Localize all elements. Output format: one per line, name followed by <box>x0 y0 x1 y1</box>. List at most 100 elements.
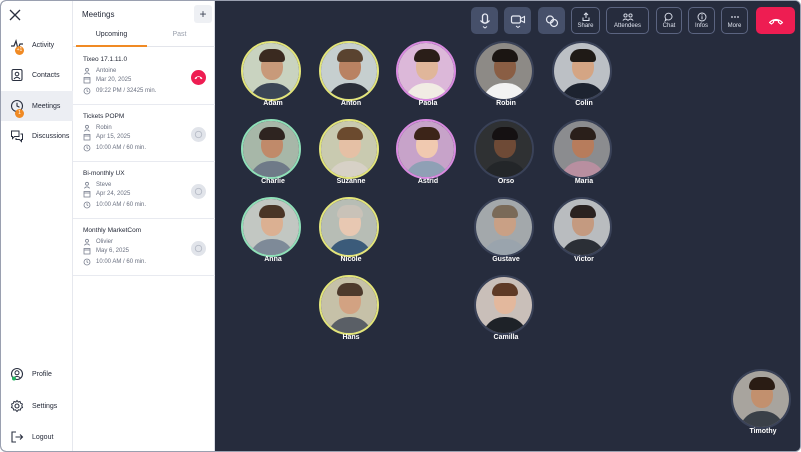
video-hair <box>259 49 285 62</box>
meetings-tabs: Upcoming Past <box>73 25 215 47</box>
participant-avatar[interactable] <box>552 41 612 101</box>
participant-avatar[interactable] <box>396 41 456 101</box>
join-meeting-button[interactable] <box>191 184 206 199</box>
meeting-time: 10:00 AM / 60 min. <box>83 258 146 266</box>
close-button[interactable] <box>8 8 22 22</box>
participant-avatar[interactable] <box>319 197 379 257</box>
participant-avatar[interactable] <box>396 119 456 179</box>
chat-button[interactable]: Chat <box>656 7 682 34</box>
participant-name: Paola <box>418 100 438 107</box>
organizer-name: Robin <box>96 125 112 131</box>
organizer-name: Olivier <box>96 239 114 245</box>
tab-past[interactable]: Past <box>144 25 215 47</box>
attendees-icon <box>621 12 634 21</box>
participant-name: Adam <box>263 100 283 107</box>
video-hair <box>492 127 518 140</box>
video-hair <box>259 127 285 140</box>
participant-avatar[interactable] <box>474 197 534 257</box>
attendees-label: Attendees <box>613 22 642 29</box>
gear-icon <box>10 399 24 413</box>
video-hair <box>337 205 363 218</box>
participant-avatar[interactable] <box>241 197 301 257</box>
date-text: Apr 15, 2025 <box>96 134 131 140</box>
phone-hangup-icon <box>768 18 783 25</box>
list-item[interactable]: Monthly MarketCom Olivier May 6, 2025 10:00… <box>73 219 215 276</box>
participant-name: Anton <box>340 100 362 107</box>
participant-name: Victor <box>574 256 594 263</box>
more-icon <box>730 15 739 18</box>
organizer-name: Antoine <box>96 68 117 74</box>
meeting-time: 09:22 PM / 32425 min. <box>83 87 156 95</box>
share-button[interactable]: Share <box>571 7 600 34</box>
time-text: 10:00 AM / 60 min. <box>96 259 147 265</box>
mic-toggle-button[interactable] <box>471 7 498 34</box>
chat-label: Chat <box>662 22 676 29</box>
sidebar-item-settings[interactable]: Settings <box>1 391 73 421</box>
chat-icon <box>664 12 673 22</box>
share-label: Share <box>577 22 594 29</box>
list-item[interactable]: Bi-monthly UX Steve Apr 24, 2025 10:00 AM /… <box>73 162 215 219</box>
calendar-icon <box>83 76 91 84</box>
participant-avatar[interactable] <box>474 41 534 101</box>
participant-avatar[interactable] <box>552 119 612 179</box>
join-meeting-button[interactable] <box>191 127 206 142</box>
infos-label: Infos <box>694 22 708 29</box>
sidebar-item-contacts[interactable]: Contacts <box>1 60 73 90</box>
sidebar-item-profile[interactable]: Profile <box>1 359 73 389</box>
participant-avatar[interactable] <box>319 119 379 179</box>
participant-avatar[interactable] <box>552 197 612 257</box>
participant-avatar[interactable] <box>241 41 301 101</box>
meeting-organizer: Robin <box>83 124 112 132</box>
organizer-name: Steve <box>96 182 112 188</box>
sidebar-item-label: Discussions <box>32 132 70 140</box>
sidebar-item-label: Profile <box>32 370 52 378</box>
tab-upcoming[interactable]: Upcoming <box>76 25 147 47</box>
clock-icon <box>83 258 91 266</box>
sidebar-item-label: Contacts <box>32 71 60 79</box>
hang-up-button[interactable] <box>756 7 795 34</box>
participant-avatar[interactable] <box>319 41 379 101</box>
sidebar-item-activity[interactable]: +1 Activity <box>1 30 73 60</box>
time-text: 09:22 PM / 32425 min. <box>96 88 157 94</box>
date-text: Mar 20, 2025 <box>96 77 132 83</box>
add-meeting-button[interactable]: + <box>194 5 212 23</box>
time-text: 10:00 AM / 60 min. <box>96 145 147 151</box>
share-icon <box>582 11 589 21</box>
meeting-title: Tixeo 17.1.11.0 <box>83 56 128 63</box>
sidebar-item-label: Settings <box>32 402 58 410</box>
calendar-icon <box>83 133 91 141</box>
calendar-icon <box>83 247 91 255</box>
infos-button[interactable]: Infos <box>688 7 715 34</box>
more-button[interactable]: More <box>721 7 748 34</box>
sidebar-item-discussions[interactable]: Discussions <box>1 121 73 151</box>
join-call-icon <box>194 187 203 196</box>
participant-avatar[interactable] <box>731 369 791 429</box>
participant-name: Nicole <box>340 256 362 263</box>
logout-icon <box>10 430 24 444</box>
participant-avatar[interactable] <box>319 275 379 335</box>
participant-avatar[interactable] <box>474 275 534 335</box>
meeting-time: 10:00 AM / 60 min. <box>83 201 146 209</box>
meeting-title: Tickets POPM <box>83 113 125 120</box>
participant-avatar[interactable] <box>474 119 534 179</box>
meetings-panel: Meetings + Upcoming Past Tixeo 17.1.11.0… <box>73 1 215 451</box>
sidebar-item-meetings[interactable]: 1 Meetings <box>1 91 73 121</box>
clock-icon <box>83 87 91 95</box>
join-meeting-button[interactable] <box>191 241 206 256</box>
discussions-icon <box>10 129 24 143</box>
camera-toggle-button[interactable] <box>504 7 531 34</box>
meeting-organizer: Olivier <box>83 238 113 246</box>
attendees-button[interactable]: Attendees <box>606 7 649 34</box>
user-icon <box>83 124 91 132</box>
participant-name: Gustave <box>492 256 520 263</box>
meeting-date: May 6, 2025 <box>83 247 129 255</box>
activity-badge: +1 <box>15 46 24 55</box>
participant-avatar[interactable] <box>241 119 301 179</box>
list-item[interactable]: Tickets POPM Robin Apr 15, 2025 10:00 AM / … <box>73 105 215 162</box>
leave-meeting-button[interactable] <box>191 70 206 85</box>
meeting-date: Apr 15, 2025 <box>83 133 130 141</box>
sidebar-item-logout[interactable]: Logout <box>1 422 73 451</box>
effects-button[interactable] <box>538 7 565 34</box>
list-item[interactable]: Tixeo 17.1.11.0 Antoine Mar 20, 2025 09:22 … <box>73 48 215 105</box>
meeting-date: Apr 24, 2025 <box>83 190 130 198</box>
